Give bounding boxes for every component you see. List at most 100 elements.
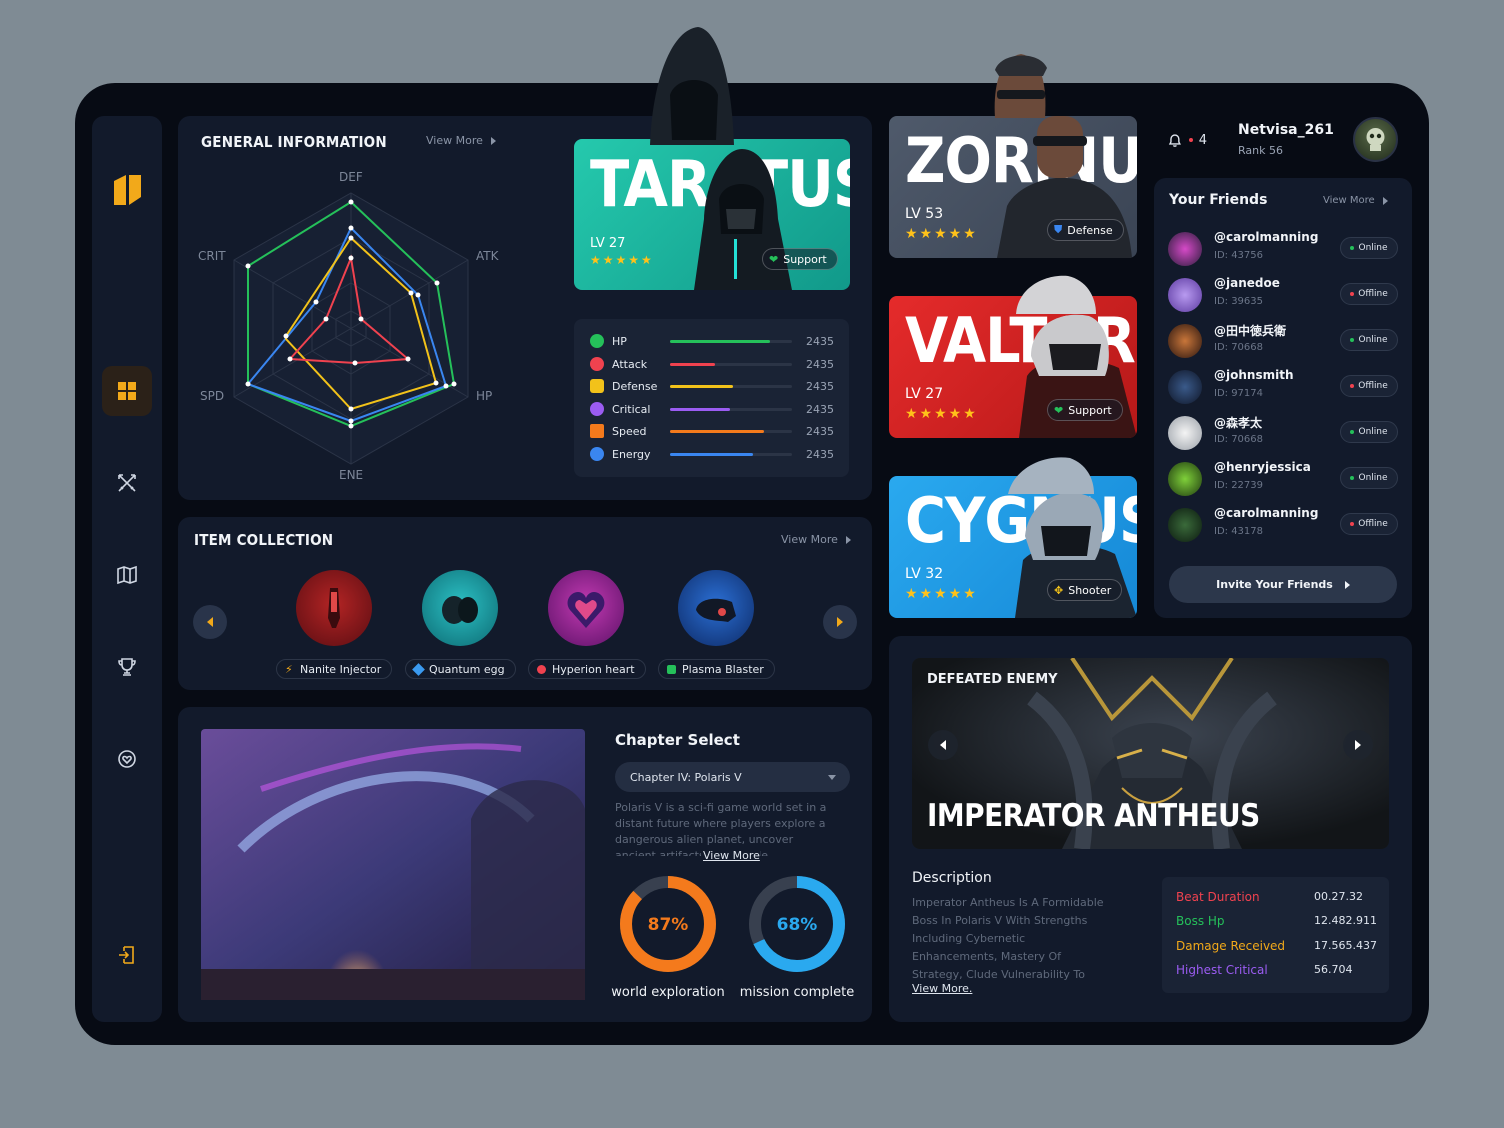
item-nanite-injector[interactable] <box>296 570 372 646</box>
enemy-next-button[interactable] <box>1343 730 1373 760</box>
friend-row[interactable]: @carolmanning ID: 43178 Offline <box>1168 504 1398 546</box>
stat-bar <box>670 407 792 411</box>
enemy-prev-button[interactable] <box>928 730 958 760</box>
chapter-dropdown-value: Chapter IV: Polaris V <box>630 770 742 784</box>
friend-row[interactable]: @johnsmith ID: 97174 Offline <box>1168 366 1398 408</box>
hero-stars: ★★★★★ <box>905 406 978 422</box>
status-dot <box>1350 246 1355 250</box>
friends-panel: Your Friends View More @carolmanning ID:… <box>1154 178 1412 618</box>
hero-level: LV 53 <box>905 206 944 222</box>
nav-logout[interactable] <box>102 930 152 980</box>
enemy-view-more-link[interactable]: View More. <box>912 982 972 995</box>
nav-trophy[interactable] <box>102 642 152 692</box>
friend-avatar <box>1168 508 1202 542</box>
mission-percent: 68% <box>776 915 818 935</box>
arrow-right-icon <box>837 617 843 627</box>
arrow-left-icon <box>940 740 946 750</box>
map-icon <box>117 565 137 585</box>
stat-bar-fill <box>670 362 716 366</box>
friend-row[interactable]: @janedoe ID: 39635 Offline <box>1168 274 1398 316</box>
hero-card-cygnust[interactable]: CYGNUST LV 32 ★★★★★ ✥Shooter <box>889 476 1137 618</box>
friend-avatar <box>1168 232 1202 266</box>
nav-map[interactable] <box>102 550 152 600</box>
items-next-button[interactable] <box>823 605 857 639</box>
friend-row[interactable]: @henryjessica ID: 22739 Online <box>1168 458 1398 500</box>
heart-circle-icon <box>118 750 136 768</box>
item-tag-nanite-injector: ⚡ Nanite Injector <box>276 659 393 679</box>
item-hyperion-heart[interactable] <box>548 570 624 646</box>
friend-status-badge: Offline <box>1340 283 1398 305</box>
friend-id: ID: 43178 <box>1214 526 1264 537</box>
enemy-stat-value: 00.27.32 <box>1314 890 1363 903</box>
stat-bar <box>670 452 792 456</box>
friend-status-badge: Online <box>1340 329 1398 351</box>
shield-icon <box>590 379 604 393</box>
items-title: ITEM COLLECTION <box>194 531 334 549</box>
user-avatar[interactable] <box>1353 117 1398 162</box>
item-name: Hyperion heart <box>552 662 635 676</box>
exploration-percent: 87% <box>647 915 689 935</box>
friend-row[interactable]: @carolmanning ID: 43756 Online <box>1168 228 1398 270</box>
notification-button[interactable]: 4 <box>1167 131 1207 149</box>
hero-card-taratus[interactable]: TARATUS LV 27 ★★★★★ ❤Support <box>574 139 850 290</box>
enemy-stat-label: Beat Duration <box>1176 890 1260 904</box>
stats-box: HP 2435 Attack 2435 Defense 2435 Critica… <box>574 319 849 477</box>
invite-friends-button[interactable]: Invite Your Friends <box>1169 566 1397 603</box>
radar-label-ene: ENE <box>339 468 364 482</box>
item-name: Plasma Blaster <box>682 662 764 676</box>
hero-figure-armored-top <box>1008 457 1094 494</box>
items-view-more-link[interactable]: View More <box>781 533 851 546</box>
logout-icon <box>119 946 134 964</box>
item-tag-quantum-egg: Quantum egg <box>405 659 516 679</box>
sidebar <box>92 116 162 1022</box>
hero-role-badge: ✥ Shooter <box>1047 579 1123 601</box>
enemy-stats-box: Beat Duration 00.27.32 Boss Hp 12.482.911 … <box>1162 877 1389 993</box>
stat-value: 2435 <box>806 334 834 348</box>
chapter-dropdown[interactable]: Chapter IV: Polaris V <box>615 762 850 792</box>
friend-avatar <box>1168 324 1202 358</box>
item-tag-plasma-blaster: Plasma Blaster <box>658 659 775 679</box>
friend-handle: @johnsmith <box>1214 368 1294 382</box>
friend-status: Online <box>1358 243 1388 253</box>
stat-value: 2435 <box>806 379 834 393</box>
trophy-icon <box>118 658 136 676</box>
stat-label: Attack <box>612 357 648 371</box>
nav-dashboard[interactable] <box>102 366 152 416</box>
energy-drop-icon <box>590 447 604 461</box>
nav-favorites[interactable] <box>102 734 152 784</box>
enemy-stat-label: Damage Received <box>1176 939 1286 953</box>
nav-battle[interactable] <box>102 458 152 508</box>
general-view-more-link[interactable]: View More <box>426 134 496 147</box>
items-prev-button[interactable] <box>193 605 227 639</box>
stat-bar-fill <box>670 452 753 456</box>
friend-row[interactable]: @田中徳兵衛 ID: 70668 Online <box>1168 320 1398 362</box>
critical-icon <box>590 402 604 416</box>
hero-card-zorinus[interactable]: ZORINUS LV 53 ★★★★★ ⛊Defense <box>889 116 1137 258</box>
item-plasma-blaster[interactable] <box>678 570 754 646</box>
hero-figure-helmet-top <box>1016 275 1096 314</box>
hero-stars: ★★★★★ <box>905 586 978 602</box>
stat-value: 2435 <box>806 447 834 461</box>
enemy-description: Imperator Antheus Is A Formidable Boss I… <box>912 894 1107 980</box>
status-dot <box>1350 430 1355 434</box>
stat-row-energy: Energy 2435 <box>590 444 834 464</box>
invite-friends-label: Invite Your Friends <box>1216 578 1333 591</box>
hero-level: LV 27 <box>590 236 626 251</box>
hero-card-valtorin[interactable]: VALTORIN LV 27 ★★★★★ ❤Support <box>889 296 1137 438</box>
shield-icon: ⛊ <box>1054 223 1063 236</box>
stat-bar-fill <box>670 384 734 388</box>
friend-avatar <box>1168 416 1202 450</box>
arrow-right-icon <box>1355 740 1361 750</box>
hero-stars: ★★★★★ <box>905 226 978 242</box>
user-rank: Rank 56 <box>1238 144 1283 157</box>
friend-status-badge: Offline <box>1340 513 1398 535</box>
chapter-view-more-link[interactable]: View More <box>701 849 760 862</box>
friends-view-more-link[interactable]: View More <box>1323 195 1388 206</box>
stat-bar <box>670 339 792 343</box>
item-quantum-egg[interactable] <box>422 570 498 646</box>
enemy-stat-value: 12.482.911 <box>1314 914 1377 927</box>
friend-status: Offline <box>1358 519 1388 529</box>
enemy-stat-row: Beat Duration 00.27.32 <box>1176 890 1376 914</box>
friend-status: Offline <box>1358 289 1388 299</box>
friend-row[interactable]: @森孝太 ID: 70668 Online <box>1168 412 1398 454</box>
